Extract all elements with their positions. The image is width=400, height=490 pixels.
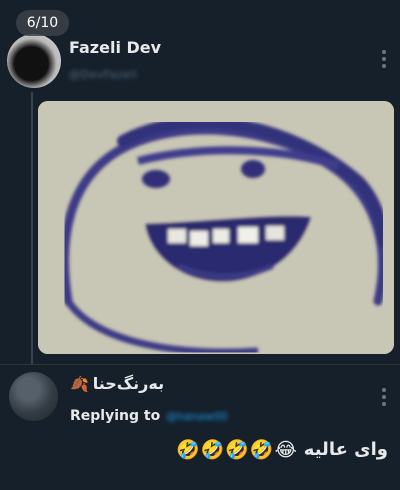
reply-author-name: به‌رنگ‌حنا [92, 374, 165, 393]
author-handle[interactable]: @DevFazeli [69, 68, 137, 81]
thread-line [31, 92, 33, 364]
replying-handle[interactable]: @hanaw00 [166, 410, 227, 423]
author-name[interactable]: Fazeli Dev [69, 38, 161, 57]
reply-text-body: وای عالیه [303, 439, 388, 460]
replying-label: Replying to [70, 408, 161, 424]
media-counter: 6/10 [16, 10, 69, 36]
replying-to: Replying to @hanaw00 [70, 408, 228, 424]
more-options-icon[interactable] [380, 388, 388, 406]
smiley-face-drawing [38, 101, 394, 354]
reply-emojis: 😂🤣🤣🤣🤣 [175, 439, 298, 461]
author-avatar[interactable] [7, 34, 61, 88]
leaf-icon: 🍂 [70, 374, 89, 393]
reply-avatar[interactable] [9, 372, 58, 421]
more-options-icon[interactable] [380, 50, 388, 68]
reply-author[interactable]: 🍂 به‌رنگ‌حنا [70, 374, 164, 393]
divider [0, 364, 400, 365]
reply-text: وای عالیه 😂🤣🤣🤣🤣 [176, 438, 388, 461]
tweet-image[interactable] [38, 101, 394, 354]
